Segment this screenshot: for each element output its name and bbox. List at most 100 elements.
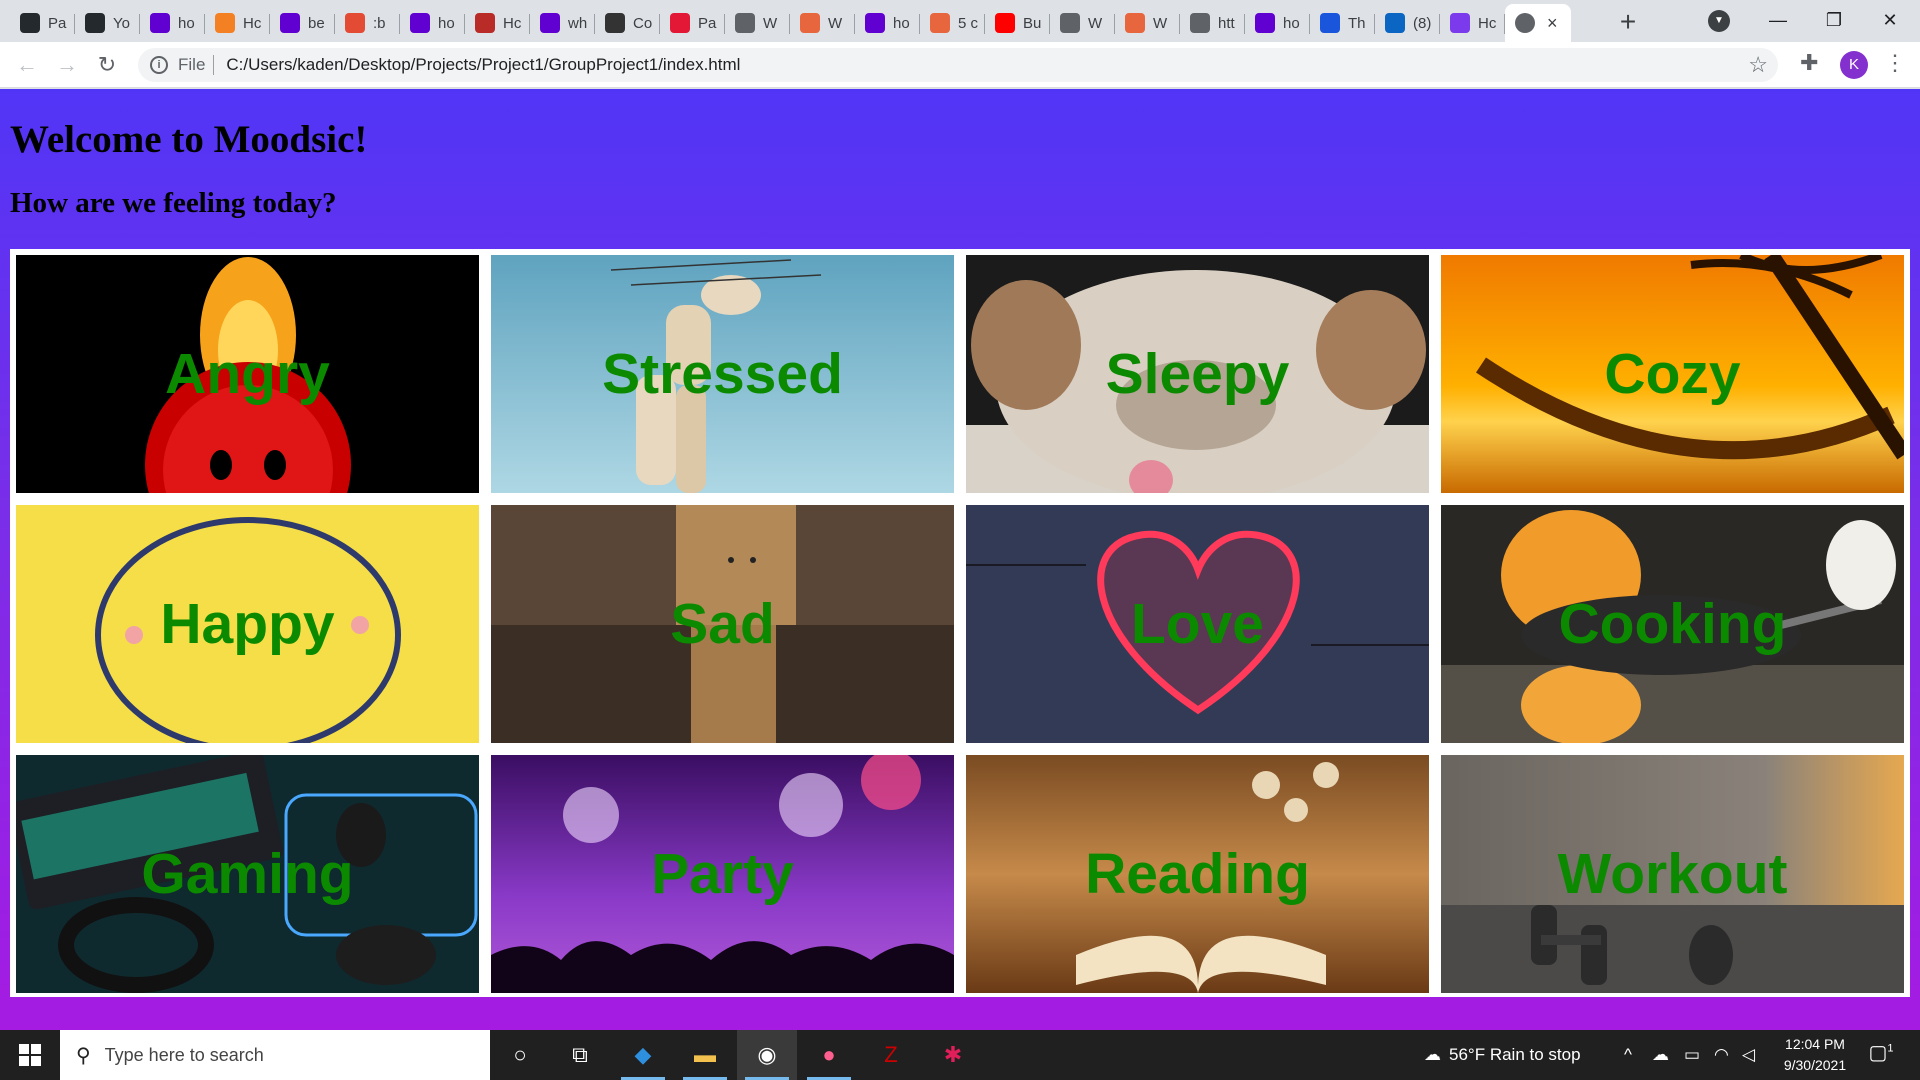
- page-subtitle: How are we feeling today?: [10, 187, 337, 219]
- browser-tab[interactable]: :b: [335, 4, 400, 42]
- filezilla-icon[interactable]: Z: [861, 1030, 921, 1080]
- tab-label: ho: [438, 14, 455, 32]
- tray-chevron-icon[interactable]: ^: [1624, 1030, 1632, 1080]
- active-tab[interactable]: ×: [1505, 4, 1571, 42]
- address-bar[interactable]: i File C:/Users/kaden/Desktop/Projects/P…: [138, 48, 1778, 82]
- reload-button[interactable]: ↻: [92, 50, 122, 80]
- mood-label: Love: [1130, 592, 1265, 656]
- mood-label: Happy: [160, 592, 335, 656]
- browser-tab[interactable]: W: [1050, 4, 1115, 42]
- mood-card-workout[interactable]: Workout: [1441, 755, 1904, 993]
- browser-tab[interactable]: Bu: [985, 4, 1050, 42]
- mood-label: Sleepy: [1105, 342, 1290, 406]
- tab-label: Hc: [243, 14, 262, 32]
- quora-icon: [475, 13, 495, 33]
- yahoo-icon: [410, 13, 430, 33]
- slack-icon[interactable]: ✱: [923, 1030, 983, 1080]
- bookmark-star-icon[interactable]: ☆: [1748, 52, 1768, 78]
- url-text[interactable]: C:/Users/kaden/Desktop/Projects/Project1…: [226, 55, 740, 75]
- weather-cloud-icon: ☁: [1424, 1045, 1441, 1064]
- mood-card-stressed[interactable]: Stressed: [491, 255, 954, 493]
- mood-card-happy[interactable]: Happy: [16, 505, 479, 743]
- browser-tab[interactable]: W: [725, 4, 790, 42]
- restore-button[interactable]: ❐: [1806, 0, 1862, 42]
- mood-label: Stressed: [602, 342, 843, 406]
- browser-tab[interactable]: ho: [400, 4, 465, 42]
- tab-search-icon[interactable]: ▼: [1708, 10, 1730, 32]
- browser-tab[interactable]: Hc: [1440, 4, 1505, 42]
- github-icon: [85, 13, 105, 33]
- tab-label: W: [1153, 14, 1168, 32]
- browser-tab[interactable]: 5 c: [920, 4, 985, 42]
- browser-tab[interactable]: be: [270, 4, 335, 42]
- volume-icon[interactable]: ◁: [1742, 1030, 1755, 1080]
- system-clock[interactable]: 12:04 PM 9/30/2021: [1770, 1034, 1860, 1076]
- task-view-icon[interactable]: ⧉: [550, 1030, 610, 1080]
- browser-tab[interactable]: Hc: [205, 4, 270, 42]
- mood-card-party[interactable]: Party: [491, 755, 954, 993]
- wifi-icon[interactable]: ◠: [1714, 1030, 1729, 1080]
- browser-tab[interactable]: ho: [140, 4, 205, 42]
- mood-label: Gaming: [141, 842, 354, 906]
- browser-menu-icon[interactable]: ⋮: [1884, 50, 1906, 76]
- minimize-button[interactable]: —: [1750, 0, 1806, 42]
- onedrive-icon[interactable]: ☁: [1652, 1030, 1669, 1080]
- close-window-button[interactable]: ✕: [1862, 0, 1918, 42]
- vscode-icon[interactable]: ◆: [613, 1030, 673, 1080]
- browser-tab[interactable]: htt: [1180, 4, 1245, 42]
- notification-icon[interactable]: ▢1: [1866, 1040, 1896, 1070]
- mood-card-cozy[interactable]: Cozy: [1441, 255, 1904, 493]
- tab-label: Hc: [503, 14, 522, 32]
- n-icon: [670, 13, 690, 33]
- yahoo-icon: [280, 13, 300, 33]
- browser-tab[interactable]: wh: [530, 4, 595, 42]
- back-button[interactable]: ←: [12, 50, 42, 80]
- profile-avatar[interactable]: K: [1840, 51, 1868, 79]
- close-tab-icon[interactable]: ×: [1547, 13, 1558, 34]
- mood-card-gaming[interactable]: Gaming: [16, 755, 479, 993]
- start-button[interactable]: [0, 1030, 60, 1080]
- forward-button[interactable]: →: [52, 50, 82, 80]
- mood-card-angry[interactable]: Angry: [16, 255, 479, 493]
- yahoo-icon: [540, 13, 560, 33]
- mood-card-sad[interactable]: Sad: [491, 505, 954, 743]
- weather-widget[interactable]: ☁ 56°F Rain to stop: [1424, 1030, 1581, 1080]
- tab-label: ho: [1283, 14, 1300, 32]
- new-tab-button[interactable]: +: [1612, 6, 1644, 38]
- yahoo-icon: [150, 13, 170, 33]
- chrome-icon[interactable]: ◉: [737, 1030, 797, 1080]
- browser-tab[interactable]: (8): [1375, 4, 1440, 42]
- mood-label: Cooking: [1558, 592, 1787, 656]
- cortana-icon[interactable]: ○: [490, 1030, 550, 1080]
- mood-card-cooking[interactable]: Cooking: [1441, 505, 1904, 743]
- browser-tab[interactable]: Yo: [75, 4, 140, 42]
- mood-card-love[interactable]: Love: [966, 505, 1429, 743]
- info-icon[interactable]: i: [150, 56, 168, 74]
- page-body: Welcome to Moodsic! How are we feeling t…: [0, 89, 1920, 1030]
- battery-icon[interactable]: ▭: [1684, 1030, 1700, 1080]
- tab-label: Pa: [48, 14, 67, 32]
- windows-taskbar: ⚲ Type here to search ○ ⧉ ◆ ▬ ◉ ● Z ✱ ☁ …: [0, 1030, 1920, 1080]
- browser-tab[interactable]: W: [1115, 4, 1180, 42]
- mood-label: Sad: [670, 592, 775, 656]
- tab-label: (8): [1413, 14, 1432, 32]
- mood-card-reading[interactable]: Reading: [966, 755, 1429, 993]
- browser-tab[interactable]: ho: [855, 4, 920, 42]
- taskbar-search[interactable]: ⚲ Type here to search: [60, 1030, 490, 1080]
- file-explorer-icon[interactable]: ▬: [675, 1030, 735, 1080]
- browser-tab[interactable]: Co: [595, 4, 660, 42]
- mood-label: Reading: [1085, 842, 1310, 906]
- tab-label: ho: [893, 14, 910, 32]
- tab-label: wh: [568, 14, 588, 32]
- discord-icon[interactable]: ●: [799, 1030, 859, 1080]
- orange-hat-icon: [215, 13, 235, 33]
- browser-tab[interactable]: Hc: [465, 4, 530, 42]
- mood-card-sleepy[interactable]: Sleepy: [966, 255, 1429, 493]
- browser-tab[interactable]: W: [790, 4, 855, 42]
- browser-tab[interactable]: Th: [1310, 4, 1375, 42]
- github-icon: [20, 13, 40, 33]
- browser-tab[interactable]: Pa: [10, 4, 75, 42]
- extensions-puzzle-icon[interactable]: ✚: [1800, 50, 1818, 76]
- browser-tab[interactable]: ho: [1245, 4, 1310, 42]
- browser-tab[interactable]: Pa: [660, 4, 725, 42]
